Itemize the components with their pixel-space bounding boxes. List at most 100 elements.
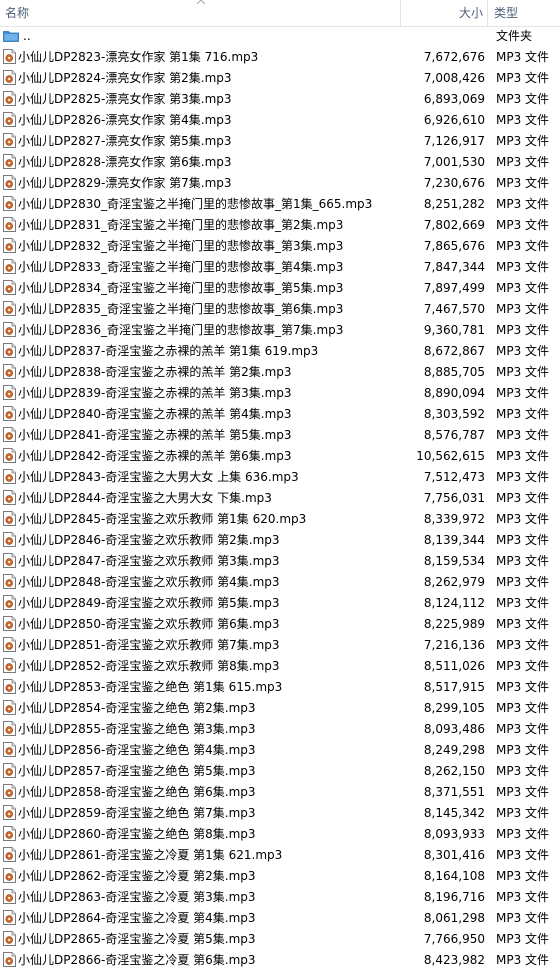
file-name-cell: 小仙儿DP2840-奇淫宝鉴之赤裸的羔羊 第4集.mp3 [3, 404, 398, 425]
file-size: 7,467,570 [423, 302, 485, 316]
file-name: 小仙儿DP2860-奇淫宝鉴之绝色 第8集.mp3 [18, 827, 256, 841]
file-type: MP3 文件 [496, 764, 550, 778]
audio-file-icon [3, 154, 16, 169]
file-name-cell: 小仙儿DP2830_奇淫宝鉴之半掩门里的悲惨故事_第1集_665.mp3 [3, 194, 398, 215]
file-size: 7,512,473 [423, 470, 485, 484]
file-row[interactable]: 小仙儿DP2861-奇淫宝鉴之冷夏 第1集 621.mp3 8,301,416 … [0, 845, 560, 866]
file-name: 小仙儿DP2849-奇淫宝鉴之欢乐教师 第5集.mp3 [18, 596, 280, 610]
file-size: 8,262,150 [423, 764, 485, 778]
file-row[interactable]: 小仙儿DP2850-奇淫宝鉴之欢乐教师 第6集.mp3 8,225,989 MP… [0, 614, 560, 635]
file-row[interactable]: 小仙儿DP2856-奇淫宝鉴之绝色 第4集.mp3 8,249,298 MP3 … [0, 740, 560, 761]
file-row[interactable]: 小仙儿DP2832_奇淫宝鉴之半掩门里的悲惨故事_第3集.mp3 7,865,6… [0, 236, 560, 257]
file-row[interactable]: 小仙儿DP2859-奇淫宝鉴之绝色 第7集.mp3 8,145,342 MP3 … [0, 803, 560, 824]
file-row[interactable]: 小仙儿DP2830_奇淫宝鉴之半掩门里的悲惨故事_第1集_665.mp3 8,2… [0, 194, 560, 215]
file-row[interactable]: 小仙儿DP2835_奇淫宝鉴之半掩门里的悲惨故事_第6集.mp3 7,467,5… [0, 299, 560, 320]
file-row[interactable]: 小仙儿DP2862-奇淫宝鉴之冷夏 第2集.mp3 8,164,108 MP3 … [0, 866, 560, 887]
file-name-cell: 小仙儿DP2847-奇淫宝鉴之欢乐教师 第3集.mp3 [3, 551, 398, 572]
file-size: 8,159,534 [423, 554, 485, 568]
file-row[interactable]: 小仙儿DP2847-奇淫宝鉴之欢乐教师 第3集.mp3 8,159,534 MP… [0, 551, 560, 572]
audio-file-icon [3, 112, 16, 127]
file-row[interactable]: 小仙儿DP2853-奇淫宝鉴之绝色 第1集 615.mp3 8,517,915 … [0, 677, 560, 698]
file-row[interactable]: 小仙儿DP2831_奇淫宝鉴之半掩门里的悲惨故事_第2集.mp3 7,802,6… [0, 215, 560, 236]
file-type: MP3 文件 [496, 932, 550, 946]
file-row[interactable]: 小仙儿DP2836_奇淫宝鉴之半掩门里的悲惨故事_第7集.mp3 9,360,7… [0, 320, 560, 341]
column-header-size[interactable]: 大小 [401, 0, 487, 26]
file-size: 7,008,426 [423, 71, 485, 85]
file-row[interactable]: 小仙儿DP2854-奇淫宝鉴之绝色 第2集.mp3 8,299,105 MP3 … [0, 698, 560, 719]
column-header-type[interactable]: 类型 [488, 0, 560, 26]
file-row[interactable]: 小仙儿DP2852-奇淫宝鉴之欢乐教师 第8集.mp3 8,511,026 MP… [0, 656, 560, 677]
file-type: MP3 文件 [496, 176, 550, 190]
audio-file-icon [3, 280, 16, 295]
file-row[interactable]: 小仙儿DP2843-奇淫宝鉴之大男大女 上集 636.mp3 7,512,473… [0, 467, 560, 488]
file-row[interactable]: 小仙儿DP2829-漂亮女作家 第7集.mp3 7,230,676 MP3 文件 [0, 173, 560, 194]
file-row[interactable]: 小仙儿DP2845-奇淫宝鉴之欢乐教师 第1集 620.mp3 8,339,97… [0, 509, 560, 530]
file-name-cell: 小仙儿DP2838-奇淫宝鉴之赤裸的羔羊 第2集.mp3 [3, 362, 398, 383]
file-row[interactable]: 小仙儿DP2824-漂亮女作家 第2集.mp3 7,008,426 MP3 文件 [0, 68, 560, 89]
audio-file-icon [3, 784, 16, 799]
file-type: MP3 文件 [496, 911, 550, 925]
file-size: 7,766,950 [423, 932, 485, 946]
file-row[interactable]: 小仙儿DP2828-漂亮女作家 第6集.mp3 7,001,530 MP3 文件 [0, 152, 560, 173]
file-row[interactable]: 小仙儿DP2839-奇淫宝鉴之赤裸的羔羊 第3集.mp3 8,890,094 M… [0, 383, 560, 404]
file-row[interactable]: 小仙儿DP2837-奇淫宝鉴之赤裸的羔羊 第1集 619.mp3 8,672,8… [0, 341, 560, 362]
file-row[interactable]: 小仙儿DP2846-奇淫宝鉴之欢乐教师 第2集.mp3 8,139,344 MP… [0, 530, 560, 551]
file-list: .. 文件夹 小仙儿DP2823-漂亮女作家 第1集 716.mp3 7,672… [0, 26, 560, 971]
file-row[interactable]: 小仙儿DP2827-漂亮女作家 第5集.mp3 7,126,917 MP3 文件 [0, 131, 560, 152]
file-type: MP3 文件 [496, 827, 550, 841]
parent-folder-type: 文件夹 [496, 29, 533, 43]
file-size: 7,847,344 [423, 260, 485, 274]
file-name: 小仙儿DP2829-漂亮女作家 第7集.mp3 [18, 176, 232, 190]
file-row[interactable]: 小仙儿DP2838-奇淫宝鉴之赤裸的羔羊 第2集.mp3 8,885,705 M… [0, 362, 560, 383]
audio-file-icon [3, 847, 16, 862]
file-type: MP3 文件 [496, 50, 550, 64]
audio-file-icon [3, 637, 16, 652]
parent-folder-row[interactable]: .. 文件夹 [0, 26, 560, 47]
audio-file-icon [3, 364, 16, 379]
file-row[interactable]: 小仙儿DP2833_奇淫宝鉴之半掩门里的悲惨故事_第4集.mp3 7,847,3… [0, 257, 560, 278]
file-row[interactable]: 小仙儿DP2834_奇淫宝鉴之半掩门里的悲惨故事_第5集.mp3 7,897,4… [0, 278, 560, 299]
file-size: 8,061,298 [423, 911, 485, 925]
file-type: MP3 文件 [496, 71, 550, 85]
file-row[interactable]: 小仙儿DP2858-奇淫宝鉴之绝色 第6集.mp3 8,371,551 MP3 … [0, 782, 560, 803]
file-row[interactable]: 小仙儿DP2864-奇淫宝鉴之冷夏 第4集.mp3 8,061,298 MP3 … [0, 908, 560, 929]
file-row[interactable]: 小仙儿DP2842-奇淫宝鉴之赤裸的羔羊 第6集.mp3 10,562,615 … [0, 446, 560, 467]
file-row[interactable]: 小仙儿DP2848-奇淫宝鉴之欢乐教师 第4集.mp3 8,262,979 MP… [0, 572, 560, 593]
file-name-cell: 小仙儿DP2841-奇淫宝鉴之赤裸的羔羊 第5集.mp3 [3, 425, 398, 446]
file-name: 小仙儿DP2824-漂亮女作家 第2集.mp3 [18, 71, 232, 85]
file-row[interactable]: 小仙儿DP2860-奇淫宝鉴之绝色 第8集.mp3 8,093,933 MP3 … [0, 824, 560, 845]
file-size: 8,885,705 [423, 365, 485, 379]
file-name: 小仙儿DP2842-奇淫宝鉴之赤裸的羔羊 第6集.mp3 [18, 449, 292, 463]
file-type: MP3 文件 [496, 533, 550, 547]
file-size: 8,301,416 [423, 848, 485, 862]
file-row[interactable]: 小仙儿DP2855-奇淫宝鉴之绝色 第3集.mp3 8,093,486 MP3 … [0, 719, 560, 740]
file-size: 10,562,615 [416, 449, 485, 463]
file-size: 8,299,105 [423, 701, 485, 715]
file-size: 7,230,676 [423, 176, 485, 190]
file-name: 小仙儿DP2852-奇淫宝鉴之欢乐教师 第8集.mp3 [18, 659, 280, 673]
audio-file-icon [3, 763, 16, 778]
file-size: 8,371,551 [423, 785, 485, 799]
file-row[interactable]: 小仙儿DP2840-奇淫宝鉴之赤裸的羔羊 第4集.mp3 8,303,592 M… [0, 404, 560, 425]
audio-file-icon [3, 721, 16, 736]
file-row[interactable]: 小仙儿DP2849-奇淫宝鉴之欢乐教师 第5集.mp3 8,124,112 MP… [0, 593, 560, 614]
file-row[interactable]: 小仙儿DP2866-奇淫宝鉴之冷夏 第6集.mp3 8,423,982 MP3 … [0, 950, 560, 971]
file-name-cell: 小仙儿DP2853-奇淫宝鉴之绝色 第1集 615.mp3 [3, 677, 398, 698]
file-name: 小仙儿DP2856-奇淫宝鉴之绝色 第4集.mp3 [18, 743, 256, 757]
file-row[interactable]: 小仙儿DP2826-漂亮女作家 第4集.mp3 6,926,610 MP3 文件 [0, 110, 560, 131]
audio-file-icon [3, 742, 16, 757]
file-row[interactable]: 小仙儿DP2841-奇淫宝鉴之赤裸的羔羊 第5集.mp3 8,576,787 M… [0, 425, 560, 446]
audio-file-icon [3, 889, 16, 904]
parent-folder-name: .. [23, 29, 31, 43]
file-row[interactable]: 小仙儿DP2857-奇淫宝鉴之绝色 第5集.mp3 8,262,150 MP3 … [0, 761, 560, 782]
file-type: MP3 文件 [496, 428, 550, 442]
file-row[interactable]: 小仙儿DP2851-奇淫宝鉴之欢乐教师 第7集.mp3 7,216,136 MP… [0, 635, 560, 656]
file-row[interactable]: 小仙儿DP2863-奇淫宝鉴之冷夏 第3集.mp3 8,196,716 MP3 … [0, 887, 560, 908]
file-row[interactable]: 小仙儿DP2825-漂亮女作家 第3集.mp3 6,893,069 MP3 文件 [0, 89, 560, 110]
file-row[interactable]: 小仙儿DP2865-奇淫宝鉴之冷夏 第5集.mp3 7,766,950 MP3 … [0, 929, 560, 950]
audio-file-icon [3, 175, 16, 190]
file-size: 8,672,867 [423, 344, 485, 358]
file-row[interactable]: 小仙儿DP2823-漂亮女作家 第1集 716.mp3 7,672,676 MP… [0, 47, 560, 68]
file-name-cell: 小仙儿DP2828-漂亮女作家 第6集.mp3 [3, 152, 398, 173]
file-row[interactable]: 小仙儿DP2844-奇淫宝鉴之大男大女 下集.mp3 7,756,031 MP3… [0, 488, 560, 509]
